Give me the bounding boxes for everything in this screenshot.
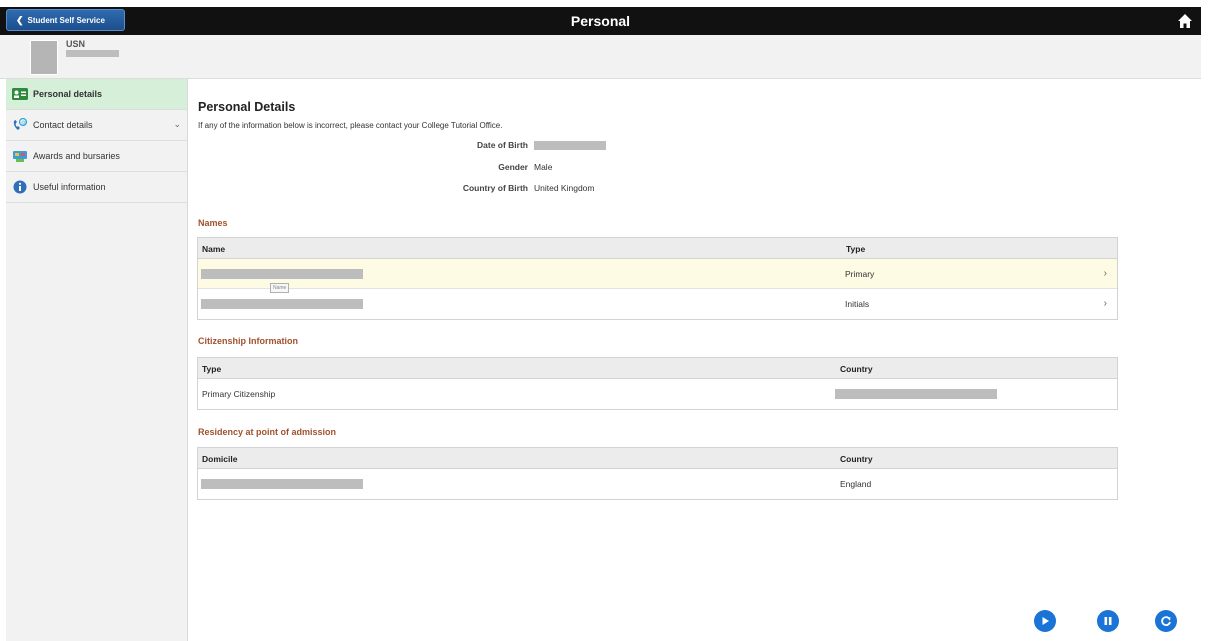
refresh-icon[interactable] xyxy=(1155,610,1177,632)
table-row: England xyxy=(198,469,1117,499)
sidebar-item-contact-details[interactable]: @ Contact details ⌄ xyxy=(6,110,187,141)
sidebar-item-label: Awards and bursaries xyxy=(33,151,120,161)
section-title: Personal Details xyxy=(198,100,296,114)
info-icon xyxy=(12,180,28,194)
grid-header: Name Type xyxy=(198,238,1117,259)
col-country: Country xyxy=(840,364,873,374)
intro-text: If any of the information below is incor… xyxy=(198,121,503,130)
sidebar-item-personal-details[interactable]: Personal details xyxy=(6,79,187,110)
pause-icon[interactable] xyxy=(1097,610,1119,632)
name-value-redacted xyxy=(201,269,363,281)
name-type: Initials xyxy=(845,299,870,309)
col-type: Type xyxy=(846,244,866,254)
col-domicile: Domicile xyxy=(202,454,238,464)
country-of-birth-label: Country of Birth xyxy=(462,183,528,193)
chevron-right-icon[interactable]: › xyxy=(1104,268,1107,279)
name-value-redacted xyxy=(201,299,363,311)
table-row[interactable]: Primary › Name xyxy=(198,259,1117,293)
citizenship-grid: Type Country Primary Citizenship xyxy=(197,357,1118,410)
name-type: Primary xyxy=(845,269,875,279)
profile-strip: USN xyxy=(0,35,1201,79)
top-bar: ❮ Student Self Service Personal xyxy=(0,7,1201,35)
sidebar-item-label: Useful information xyxy=(33,182,106,192)
page-title: Personal xyxy=(570,13,631,29)
awards-icon xyxy=(12,149,28,163)
usn-label: USN xyxy=(66,39,86,49)
sidebar-item-awards-and-bursaries[interactable]: Awards and bursaries xyxy=(6,141,187,172)
names-heading: Names xyxy=(198,218,228,228)
sidebar: Personal details @ Contact details ⌄ Awa… xyxy=(6,79,188,641)
col-name: Name xyxy=(202,244,226,254)
phone-contact-icon: @ xyxy=(12,118,28,132)
grid-header: Type Country xyxy=(198,358,1117,379)
table-row[interactable]: Initials › xyxy=(198,289,1117,319)
residency-country: England xyxy=(840,479,872,489)
chevron-right-icon[interactable]: › xyxy=(1104,298,1107,309)
home-icon[interactable] xyxy=(1177,13,1193,29)
sidebar-item-label: Contact details xyxy=(33,120,93,130)
gender-value: Male xyxy=(534,162,553,172)
usn-value-redacted xyxy=(66,50,119,57)
citizenship-heading: Citizenship Information xyxy=(198,336,298,346)
avatar xyxy=(30,40,58,75)
citizenship-type: Primary Citizenship xyxy=(202,389,276,399)
id-card-icon xyxy=(12,87,28,101)
sidebar-item-label: Personal details xyxy=(33,89,103,99)
grid-header: Domicile Country xyxy=(198,448,1117,469)
col-type: Type xyxy=(202,364,222,374)
citizenship-country-redacted xyxy=(835,389,997,401)
residency-grid: Domicile Country England xyxy=(197,447,1118,500)
play-icon[interactable] xyxy=(1034,610,1056,632)
domicile-value-redacted xyxy=(201,479,363,491)
gender-label: Gender xyxy=(498,162,528,172)
names-grid: Name Type Primary › Name Initials › xyxy=(197,237,1118,320)
dob-value-redacted xyxy=(534,140,606,152)
chevron-down-icon[interactable]: ⌄ xyxy=(173,119,181,130)
dob-label: Date of Birth xyxy=(477,140,528,150)
svg-text:@: @ xyxy=(21,120,26,126)
col-country: Country xyxy=(840,454,873,464)
residency-heading: Residency at point of admission xyxy=(198,427,337,437)
sidebar-item-useful-information[interactable]: Useful information xyxy=(6,172,187,203)
table-row: Primary Citizenship xyxy=(198,379,1117,409)
country-of-birth-value: United Kingdom xyxy=(534,183,595,193)
